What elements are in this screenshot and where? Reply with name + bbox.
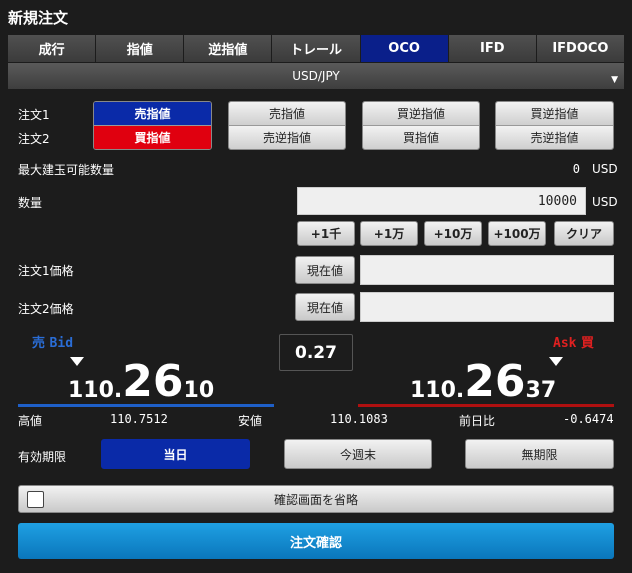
price1-label: 注文1価格 bbox=[18, 264, 74, 278]
bid-price-prefix: 110. bbox=[68, 378, 123, 403]
qty-label: 数量 bbox=[18, 196, 43, 210]
ask-price[interactable]: 110. 26 37 bbox=[410, 354, 557, 407]
tab-trail[interactable]: トレール bbox=[272, 35, 361, 62]
combo-top-label: 売指値 bbox=[94, 102, 211, 126]
order1-label: 注文1 bbox=[18, 108, 50, 122]
ask-label-en: Ask bbox=[553, 336, 577, 351]
combo-buy-stop-buy-limit[interactable]: 買逆指値 買指値 bbox=[362, 101, 480, 150]
chevron-down-icon: ▼ bbox=[611, 75, 618, 85]
max-qty-value: 0 bbox=[572, 162, 580, 176]
high-label: 高値 bbox=[18, 414, 43, 428]
bid-price[interactable]: 110. 26 10 bbox=[68, 354, 215, 407]
ask-price-small: 37 bbox=[525, 378, 557, 403]
tab-oco[interactable]: OCO bbox=[360, 35, 449, 62]
tab-ifd[interactable]: IFD bbox=[448, 35, 537, 62]
max-qty-unit: USD bbox=[592, 162, 618, 176]
tab-stop[interactable]: 逆指値 bbox=[184, 35, 273, 62]
add-1m-button[interactable]: +100万 bbox=[488, 221, 546, 246]
currency-pair-select[interactable]: USD/JPY ▼ bbox=[8, 63, 624, 89]
skip-confirm-checkbox[interactable] bbox=[27, 491, 44, 508]
expiry-unlimited-button[interactable]: 無期限 bbox=[465, 439, 614, 469]
order-confirm-button[interactable]: 注文確認 bbox=[18, 523, 614, 559]
price2-label: 注文2価格 bbox=[18, 302, 74, 316]
low-label: 安値 bbox=[238, 414, 263, 428]
price1-current-button[interactable]: 現在値 bbox=[295, 256, 355, 284]
clear-button[interactable]: クリア bbox=[554, 221, 614, 246]
ask-price-prefix: 110. bbox=[410, 378, 465, 403]
tab-ifdoco[interactable]: IFDOCO bbox=[536, 35, 624, 62]
spread-value: 0.27 bbox=[279, 334, 353, 371]
add-10k-button[interactable]: +1万 bbox=[360, 221, 418, 246]
price2-input[interactable] bbox=[360, 292, 614, 322]
add-100k-button[interactable]: +10万 bbox=[424, 221, 482, 246]
currency-pair-label: USD/JPY bbox=[292, 69, 340, 83]
skip-confirm-label: 確認画面を省略 bbox=[273, 492, 358, 507]
high-value: 110.7512 bbox=[110, 412, 168, 426]
bid-price-big: 26 bbox=[122, 356, 184, 407]
combo-top-label: 買逆指値 bbox=[363, 102, 479, 126]
combo-buy-stop-sell-stop[interactable]: 買逆指値 売逆指値 bbox=[495, 101, 614, 150]
bid-underline bbox=[18, 404, 274, 407]
ask-underline bbox=[358, 404, 614, 407]
tab-market[interactable]: 成行 bbox=[8, 35, 97, 62]
qty-unit: USD bbox=[592, 195, 618, 209]
bid-label-jp: 売 bbox=[32, 336, 46, 351]
combo-sell-limit-sell-stop[interactable]: 売指値 売逆指値 bbox=[228, 101, 346, 150]
ask-heading: Ask 買 bbox=[553, 332, 594, 351]
order2-label: 注文2 bbox=[18, 132, 50, 146]
max-qty-label: 最大建玉可能数量 bbox=[18, 163, 115, 177]
expiry-label: 有効期限 bbox=[18, 450, 67, 464]
combo-top-label: 売指値 bbox=[229, 102, 345, 126]
combo-top-label: 買逆指値 bbox=[496, 102, 613, 126]
combo-bottom-label: 売逆指値 bbox=[229, 126, 345, 149]
order-type-tabs: 成行 指値 逆指値 トレール OCO IFD IFDOCO bbox=[8, 35, 624, 62]
change-value: -0.6474 bbox=[563, 412, 614, 426]
tab-limit[interactable]: 指値 bbox=[96, 35, 185, 62]
expiry-today-button[interactable]: 当日 bbox=[101, 439, 250, 469]
ask-label-jp: 買 bbox=[581, 336, 595, 351]
qty-input[interactable]: 10000 bbox=[297, 187, 586, 215]
bid-price-small: 10 bbox=[183, 378, 215, 403]
low-value: 110.1083 bbox=[330, 412, 388, 426]
combo-sell-limit-buy-limit[interactable]: 売指値 買指値 bbox=[93, 101, 212, 150]
bid-heading: 売 Bid bbox=[32, 332, 73, 351]
expiry-week-end-button[interactable]: 今週末 bbox=[284, 439, 432, 469]
change-label: 前日比 bbox=[459, 414, 496, 428]
price2-current-button[interactable]: 現在値 bbox=[295, 293, 355, 321]
skip-confirm-toggle[interactable]: 確認画面を省略 bbox=[18, 485, 614, 513]
page-title: 新規注文 bbox=[8, 9, 69, 27]
combo-bottom-label: 買指値 bbox=[94, 126, 211, 149]
add-1k-button[interactable]: +1千 bbox=[297, 221, 355, 246]
bid-label-en: Bid bbox=[49, 336, 74, 351]
combo-bottom-label: 売逆指値 bbox=[496, 126, 613, 149]
ask-price-big: 26 bbox=[464, 356, 526, 407]
combo-bottom-label: 買指値 bbox=[363, 126, 479, 149]
price1-input[interactable] bbox=[360, 255, 614, 285]
